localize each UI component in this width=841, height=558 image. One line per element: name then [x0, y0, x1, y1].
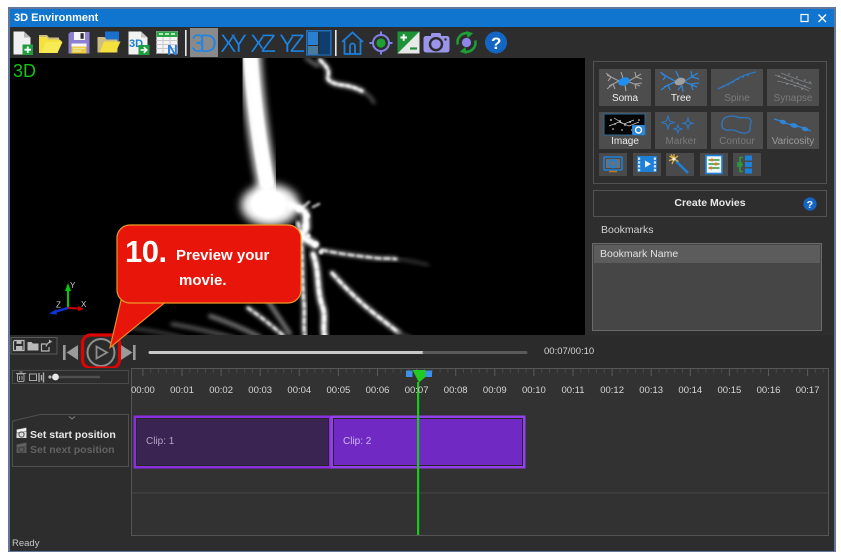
- svg-text:YZ: YZ: [279, 30, 305, 58]
- svg-text:Y: Y: [70, 281, 76, 290]
- svg-text:Z: Z: [56, 301, 61, 310]
- svg-text:?: ?: [807, 199, 813, 211]
- svg-text:3D: 3D: [191, 30, 217, 58]
- svg-text:Clip: 1: Clip: 1: [146, 436, 175, 447]
- svg-text:Clip: 2: Clip: 2: [343, 436, 372, 447]
- svg-text:Set start position: Set start position: [30, 429, 116, 441]
- svg-text:XY: XY: [220, 30, 247, 58]
- svg-text:N: N: [167, 42, 178, 58]
- svg-text:Set next position: Set next position: [30, 444, 115, 456]
- svg-text:XZ: XZ: [250, 30, 276, 58]
- svg-text:X: X: [81, 300, 87, 309]
- svg-text:?: ?: [491, 34, 501, 53]
